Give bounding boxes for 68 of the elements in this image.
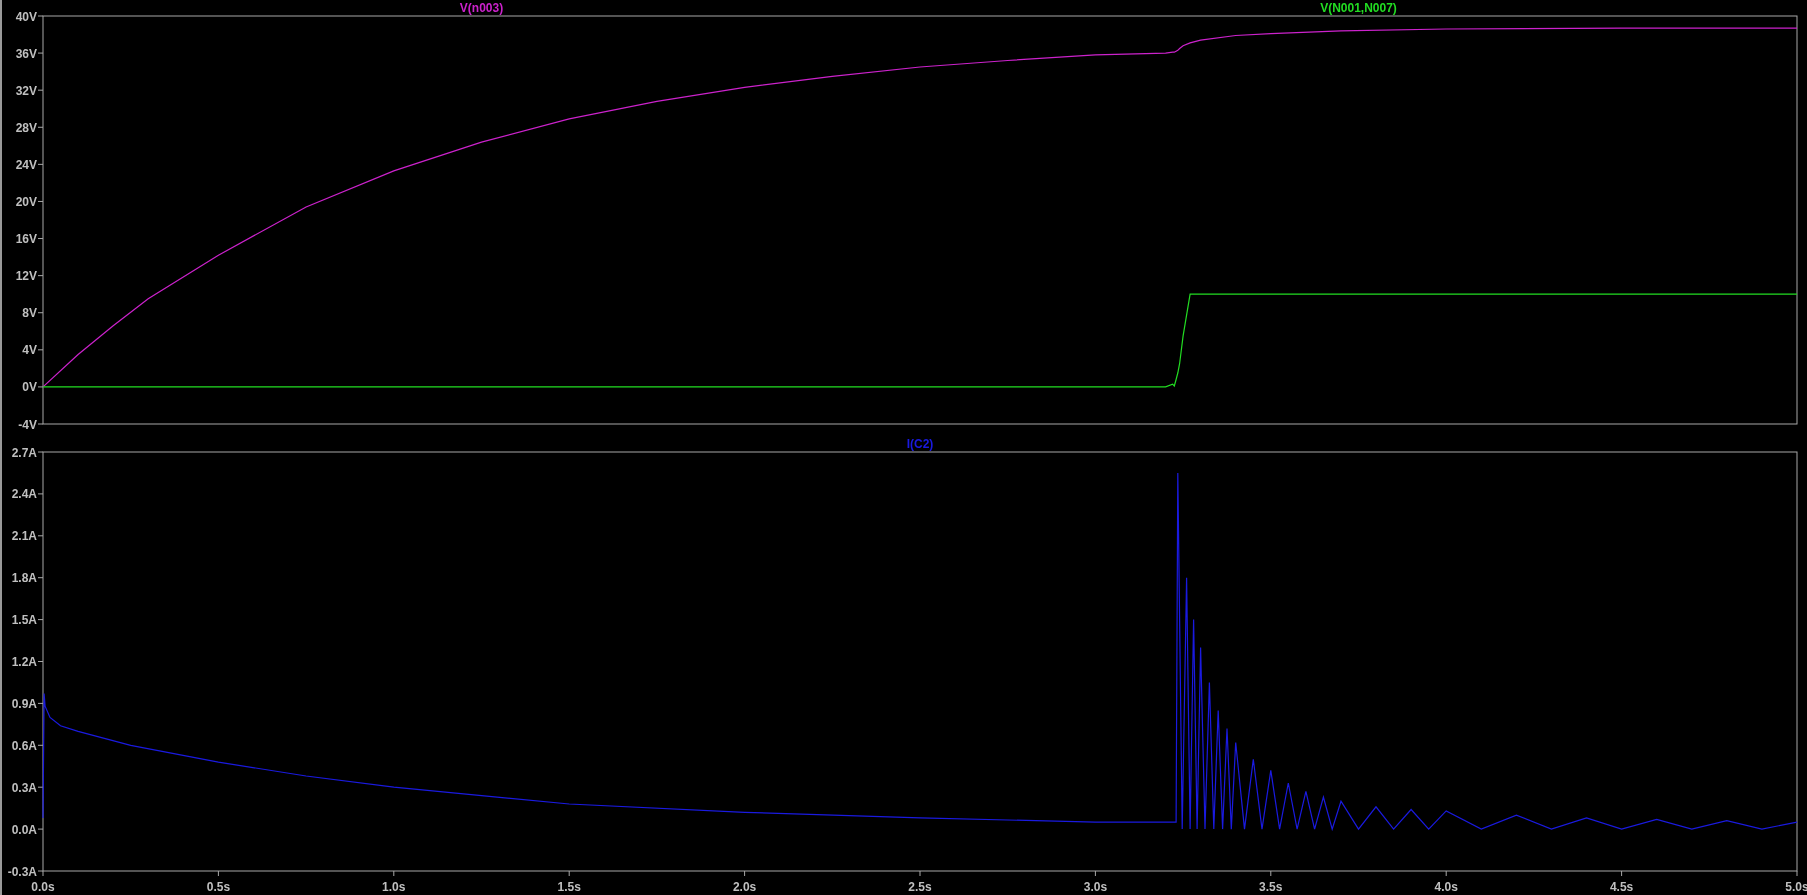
tick-mark: [37, 238, 44, 240]
trace-label: V(N001,N007): [1320, 1, 1397, 15]
axis-tick-label: 0.6A: [11, 738, 37, 753]
axis-tick-label: 20V: [15, 194, 37, 209]
tick-mark: [1270, 870, 1272, 877]
tick-mark: [217, 870, 219, 877]
axis-tick-label: 0.5s: [206, 880, 231, 894]
axis-tick-label: 2.5s: [908, 880, 932, 894]
tick-mark: [37, 828, 44, 830]
tick-mark: [37, 423, 44, 425]
axis-tick-label: 4.0s: [1434, 880, 1458, 894]
tick-mark: [1621, 870, 1623, 877]
axis-tick-label: 24V: [15, 157, 37, 172]
tick-mark: [1796, 870, 1798, 877]
tick-mark: [37, 52, 44, 54]
axis-tick-label: 2.1A: [11, 529, 37, 544]
tick-mark: [37, 451, 44, 453]
axis-tick-label: 2.4A: [11, 487, 37, 502]
axis-tick-label: 32V: [15, 83, 37, 98]
tick-mark: [37, 619, 44, 621]
axis-tick-label: 1.8A: [11, 571, 37, 586]
axis-tick-label: 4.5s: [1609, 880, 1634, 894]
axis-tick-label: 3.5s: [1259, 880, 1283, 894]
axis-tick-label: 36V: [15, 46, 37, 61]
tick-mark: [37, 15, 44, 17]
axis-tick-label: 16V: [15, 232, 37, 247]
tick-mark: [37, 493, 44, 495]
axis-tick-label: 2.0s: [732, 880, 757, 894]
axis-tick-label: 28V: [15, 120, 37, 135]
axis-tick-label: 0.3A: [11, 780, 37, 795]
axis-tick-label: 0.0s: [31, 880, 55, 894]
tick-mark: [37, 275, 44, 277]
axis-tick-label: 12V: [15, 269, 37, 284]
tick-mark: [37, 312, 44, 314]
trace-label: V(n003): [459, 1, 504, 15]
trace-label: I(C2): [906, 437, 934, 451]
tick-mark: [37, 577, 44, 579]
tick-mark: [37, 89, 44, 91]
axis-tick-label: 1.5A: [11, 613, 37, 628]
axis-tick-label: -4V: [18, 417, 37, 430]
axis-tick-label: 0V: [22, 380, 37, 395]
tick-mark: [919, 870, 921, 877]
axis-tick-label: 1.0s: [382, 880, 406, 894]
tick-mark: [744, 870, 746, 877]
axis-tick-label: -0.3A: [7, 864, 37, 879]
tick-mark: [1094, 870, 1096, 877]
tick-mark: [37, 702, 44, 704]
tick-mark: [37, 163, 44, 165]
tick-mark: [37, 349, 44, 351]
tick-mark: [1445, 870, 1447, 877]
tick-mark: [37, 535, 44, 537]
axis-tick-label: 0.0A: [11, 822, 37, 837]
tick-mark: [37, 786, 44, 788]
tick-mark: [393, 870, 395, 877]
axis-tick-label: 0.9A: [11, 696, 37, 711]
tick-mark: [37, 386, 44, 388]
tick-mark: [37, 200, 44, 202]
axis-tick-label: 40V: [15, 9, 37, 24]
axis-tick-label: 1.5s: [557, 880, 581, 894]
axis-tick-label: 8V: [22, 306, 37, 321]
tick-mark: [568, 870, 570, 877]
axis-tick-label: 2.7A: [11, 445, 37, 460]
axis-tick-label: 4V: [22, 343, 37, 358]
tick-mark: [37, 661, 44, 662]
tick-mark: [37, 744, 44, 746]
axis-tick-label: 3.0s: [1083, 880, 1108, 894]
tick-mark: [37, 126, 44, 128]
axis-tick-label: 1.2A: [11, 655, 37, 669]
